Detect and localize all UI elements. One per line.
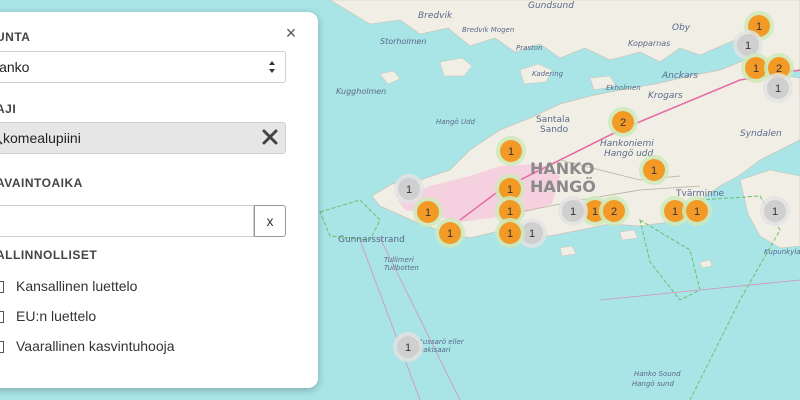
place-name: Praston [516,44,543,52]
place-name: Sando [540,125,569,135]
cluster-marker[interactable]: 1 [393,332,423,362]
place-name: Kupunkyla [764,248,800,256]
place-name: Kadering [532,70,564,78]
place-name: Oby [672,23,691,33]
place-name: Hangö Udd [436,118,476,126]
cluster-marker[interactable]: 1 [760,196,790,226]
cluster-count: 1 [753,63,759,75]
cluster-count: 1 [592,206,598,218]
place-name: Russarö eller [418,338,465,346]
cluster-count: 1 [508,146,514,158]
cluster-marker[interactable]: 2 [599,196,629,226]
place-name: Hankoniemi [600,139,654,149]
place-name: Bredvik [418,11,453,21]
place-name: Syndalen [740,129,782,139]
cluster-count: 1 [694,206,700,218]
checkbox-label: Vaarallinen kasvintuhooja [16,338,175,354]
cluster-marker[interactable]: 1 [496,136,526,166]
species-search-input[interactable]: komealupiini [0,122,286,154]
cluster-marker[interactable]: 1 [639,155,669,185]
clear-search-icon[interactable] [261,128,279,146]
cluster-count: 1 [756,21,762,33]
cluster-count: 2 [611,206,617,218]
cluster-count: 1 [672,206,678,218]
place-name: Tullimeri [384,256,414,264]
cluster-marker[interactable]: 1 [435,218,465,248]
lists-label: ALLINNOLLISET [0,248,98,262]
cluster-count: 1 [507,206,513,218]
place-name: Kuggholmen [336,87,386,96]
place-name: Ekholmen [606,84,641,92]
species-search-value: komealupiini [3,130,81,146]
checkbox-label: Kansallinen luettelo [16,278,138,294]
place-name: Gunnarsstrand [338,235,405,245]
filter-panel: × UNTA Hanko AJI komealupiini AVAINTOAIK… [0,12,318,388]
checkbox[interactable] [0,311,4,323]
cluster-count: 1 [406,184,412,196]
place-name: Hanko Sound [634,370,681,378]
cluster-count: 1 [447,228,453,240]
select-arrows-icon [269,61,275,73]
cluster-count: 1 [507,228,513,240]
cluster-count: 1 [775,83,781,95]
observation-time-label: AVAINTOAIKA [0,176,83,190]
place-name: Kopparnas [628,39,670,48]
municipality-label: UNTA [0,30,31,44]
place-name: Gundsund [528,1,574,11]
species-label: AJI [0,102,17,116]
place-name: Santala [536,115,570,125]
cluster-marker[interactable]: 1 [495,218,525,248]
place-name: Bredvik Mogen [462,26,514,34]
cluster-marker[interactable]: 1 [394,174,424,204]
place-name: Anckars [661,71,698,81]
observation-time-clear-button[interactable]: x [254,205,286,237]
cluster-marker[interactable]: 1 [413,197,443,227]
close-panel-button[interactable]: × [284,24,298,42]
cluster-marker[interactable]: 1 [558,196,588,226]
cluster-marker[interactable]: 1 [763,73,793,103]
cluster-count: 1 [405,342,411,354]
checkbox[interactable] [0,281,4,293]
cluster-count: 1 [507,184,513,196]
municipality-select[interactable]: Hanko [0,51,286,83]
municipality-value: Hanko [0,59,30,75]
cluster-count: 1 [772,206,778,218]
cluster-marker[interactable]: 2 [608,107,638,137]
place-name: HANGÖ [530,177,596,196]
cluster-count: 1 [745,40,751,52]
cluster-count: 1 [425,207,431,219]
place-name: Tullbotten [384,264,419,272]
cluster-count: 1 [570,206,576,218]
checkbox-label: EU:n luettelo [16,308,97,324]
cluster-marker[interactable]: 1 [682,196,712,226]
cluster-count: 2 [620,117,626,129]
observation-time-input[interactable] [0,205,254,237]
place-name: HANKO [530,159,594,178]
place-name: Krogars [648,91,683,101]
checkbox[interactable] [0,341,4,353]
cluster-count: 1 [651,165,657,177]
place-name: Hangö sund [632,380,674,388]
cluster-count: 1 [529,228,535,240]
place-name: Storholmen [380,37,426,46]
